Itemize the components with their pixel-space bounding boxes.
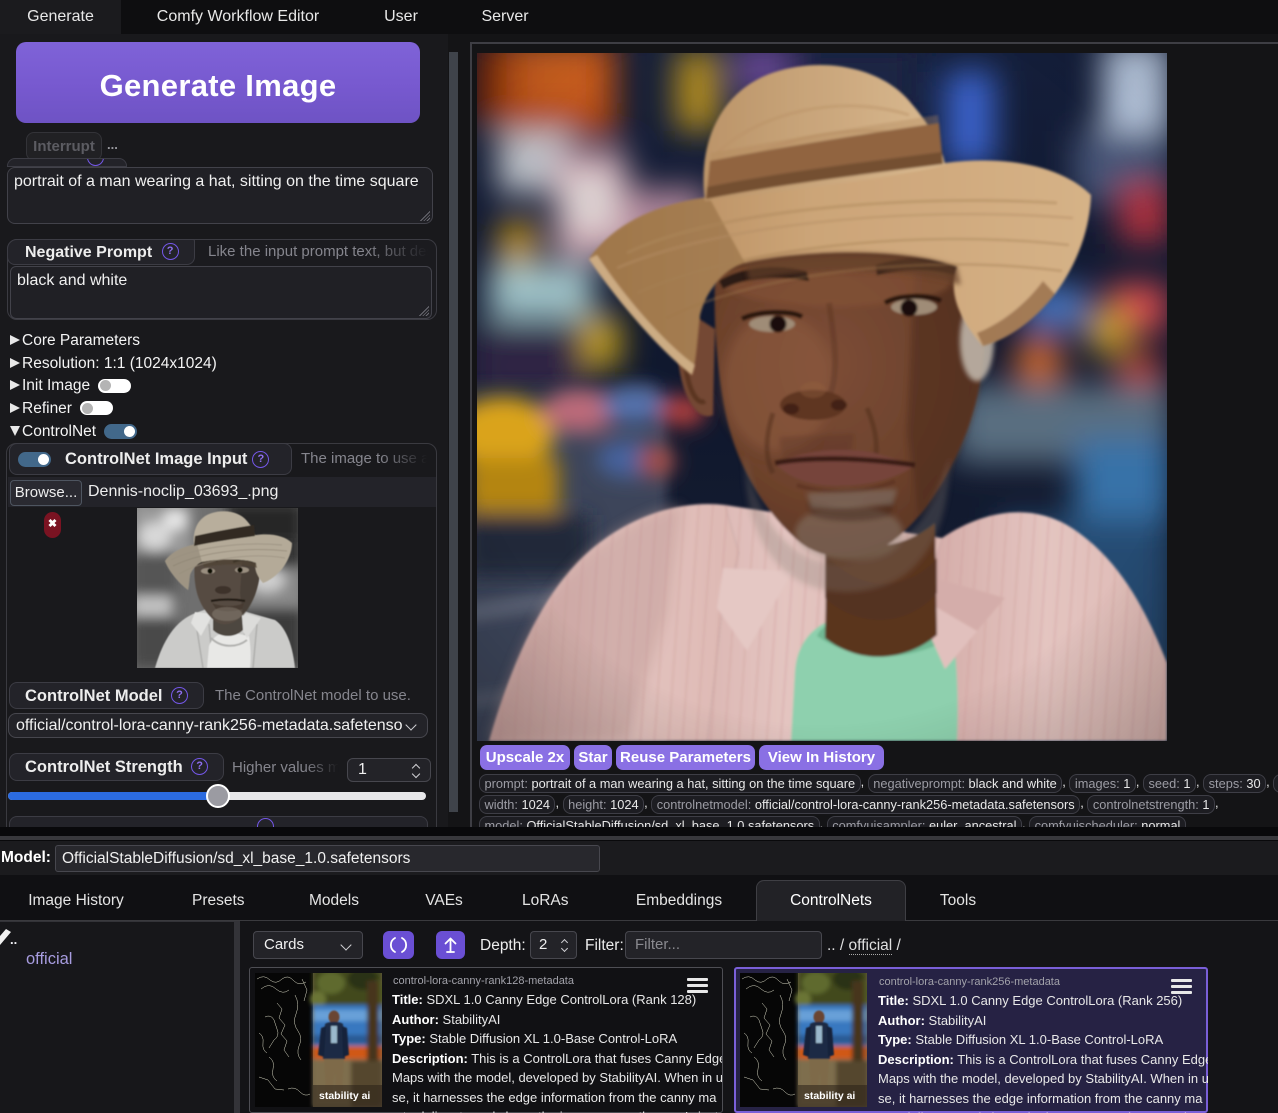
svg-text:stability ai: stability ai — [319, 1090, 370, 1102]
svg-text:stability ai: stability ai — [804, 1090, 855, 1102]
